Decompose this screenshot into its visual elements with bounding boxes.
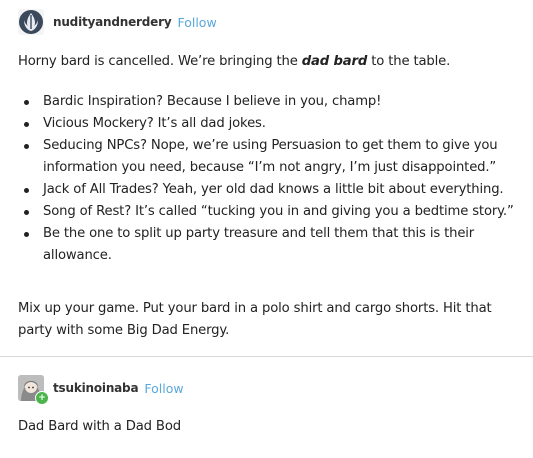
- post-header: + tsukinoinaba Follow: [18, 375, 184, 405]
- list-item: Bardic Inspiration? Because I believe in…: [18, 91, 518, 113]
- intro-emphasis: dad bard: [301, 54, 368, 69]
- list-item: Song of Rest? It’s called “tucking you i…: [18, 201, 518, 223]
- post-username[interactable]: nudityandnerdery: [53, 15, 172, 29]
- list-item: Vicious Mockery? It’s all dad jokes.: [18, 113, 518, 135]
- tumblr-plus-badge-icon: +: [35, 391, 49, 405]
- post-intro: Horny bard is cancelled. We’re bringing …: [18, 51, 518, 73]
- post-outro: Mix up your game. Put your bard in a pol…: [18, 301, 492, 338]
- post-body: Dad Bard with a Dad Bod: [18, 419, 181, 434]
- post-header: nudityandnerdery Follow: [18, 9, 217, 35]
- list-item: Be the one to split up party treasure an…: [18, 223, 518, 267]
- intro-text-end: to the table.: [367, 54, 451, 69]
- rebel-alliance-avatar-icon[interactable]: [18, 9, 44, 35]
- follow-button[interactable]: Follow: [144, 381, 183, 396]
- follow-button[interactable]: Follow: [177, 15, 216, 30]
- post-username[interactable]: tsukinoinaba: [53, 381, 139, 395]
- list-item: Seducing NPCs? Nope, we’re using Persuas…: [18, 135, 518, 179]
- intro-text-start: Horny bard is cancelled. We’re bringing …: [18, 54, 302, 69]
- list-item: Jack of All Trades? Yeah, yer old dad kn…: [18, 179, 518, 201]
- bullet-list: Bardic Inspiration? Because I believe in…: [18, 91, 518, 267]
- post-divider: [0, 356, 533, 357]
